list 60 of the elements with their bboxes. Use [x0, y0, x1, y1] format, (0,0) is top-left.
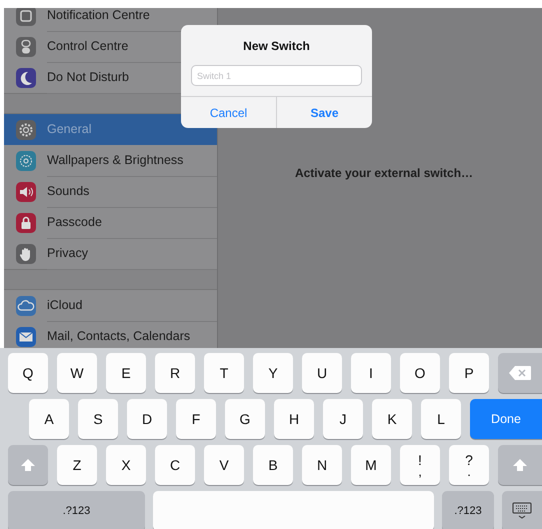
key[interactable]: P: [449, 353, 489, 393]
instruction-text: Activate your external switch…: [294, 166, 474, 180]
key[interactable]: U: [302, 353, 342, 393]
key[interactable]: Q: [8, 353, 48, 393]
key[interactable]: L: [421, 399, 461, 439]
key[interactable]: E: [106, 353, 146, 393]
item-label: Wallpapers & Brightness: [47, 153, 184, 167]
key[interactable]: K: [372, 399, 412, 439]
item-label: iCloud: [47, 298, 82, 312]
key[interactable]: X: [106, 445, 146, 485]
key[interactable]: I: [351, 353, 391, 393]
key[interactable]: V: [204, 445, 244, 485]
numbers-key[interactable]: .?123: [442, 491, 494, 529]
key[interactable]: O: [400, 353, 440, 393]
key[interactable]: H: [274, 399, 314, 439]
delete-key[interactable]: [498, 353, 542, 393]
sidebar-item[interactable]: Privacy: [4, 238, 217, 269]
key[interactable]: ! ,: [400, 445, 440, 485]
key[interactable]: F: [176, 399, 216, 439]
dialog-title: New Switch: [242, 39, 311, 53]
name-field[interactable]: Switch 1: [191, 65, 362, 86]
key[interactable]: J: [323, 399, 363, 439]
key[interactable]: ? .: [449, 445, 489, 485]
key[interactable]: G: [225, 399, 265, 439]
key[interactable]: B: [253, 445, 293, 485]
shift-key[interactable]: [498, 445, 542, 485]
key[interactable]: N: [302, 445, 342, 485]
sidebar-item[interactable]: Wallpapers & Brightness: [4, 145, 217, 176]
item-label: General: [47, 122, 92, 136]
shift-icon: [512, 458, 528, 472]
key[interactable]: A: [29, 399, 69, 439]
item-label: Control Centre: [47, 39, 128, 53]
item-label: Sounds: [47, 184, 90, 198]
sidebar-item[interactable]: Sounds: [4, 176, 217, 207]
key[interactable]: R: [155, 353, 195, 393]
item-label: Passcode: [47, 215, 102, 229]
shift-icon: [20, 458, 36, 472]
key[interactable]: C: [155, 445, 195, 485]
numbers-key[interactable]: .?123: [8, 491, 145, 529]
item-label: Mail, Contacts, Calendars: [47, 329, 190, 343]
key[interactable]: W: [57, 353, 97, 393]
sidebar-item[interactable]: Notification Centre: [4, 8, 217, 31]
key[interactable]: S: [78, 399, 118, 439]
item-label: Do Not Disturb: [47, 70, 129, 84]
sidebar-item[interactable]: Passcode: [4, 207, 217, 238]
sidebar-item[interactable]: Mail, Contacts, Calendars: [4, 321, 217, 348]
done-key[interactable]: Done: [470, 399, 542, 439]
key[interactable]: M: [351, 445, 391, 485]
space-bar[interactable]: [153, 491, 434, 529]
hide-keyboard-key[interactable]: [502, 491, 542, 529]
key[interactable]: Y: [253, 353, 293, 393]
key[interactable]: Z: [57, 445, 97, 485]
delete-icon: [508, 365, 532, 381]
item-label: Notification Centre: [47, 8, 150, 22]
sidebar-item[interactable]: iCloud: [4, 290, 217, 321]
keyboard-icon: [511, 502, 533, 520]
shift-key[interactable]: [8, 445, 48, 485]
key[interactable]: T: [204, 353, 244, 393]
key[interactable]: D: [127, 399, 167, 439]
item-label: Privacy: [47, 246, 88, 260]
